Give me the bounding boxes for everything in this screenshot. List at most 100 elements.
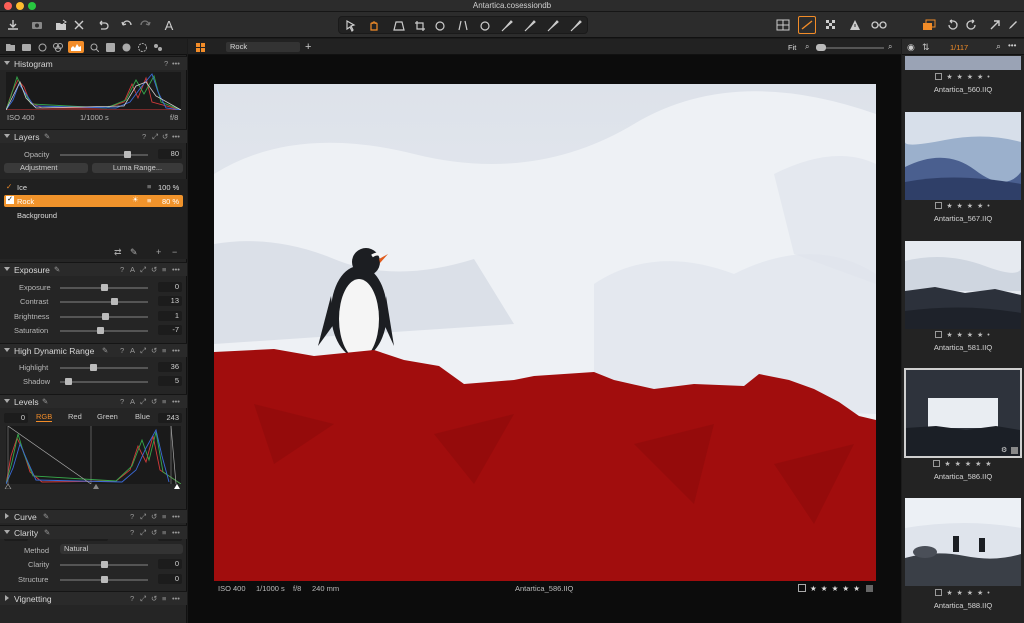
more-icon[interactable]: •••	[172, 265, 180, 274]
presets-icon[interactable]: ≡	[162, 265, 166, 274]
more-icon[interactable]: •••	[172, 512, 180, 521]
highlight-value[interactable]: 36	[158, 362, 182, 372]
contrast-slider[interactable]	[60, 298, 148, 305]
copy-icon[interactable]: ⤢	[140, 346, 146, 356]
levels-left-value[interactable]: 0	[4, 413, 28, 423]
copy-icon[interactable]: ⤢	[140, 397, 146, 407]
search-icon[interactable]: ⌕	[996, 41, 1001, 52]
more-icon[interactable]: •••	[172, 59, 180, 68]
more-icon[interactable]: •••	[172, 132, 180, 141]
reset-icon[interactable]: ↺	[151, 265, 157, 274]
rating-row[interactable]: ★ ★ ★ ★ •	[902, 202, 1024, 210]
hdr-section-header[interactable]: High Dynamic Range ✎ ? A ⤢ ↺ ≡ •••	[0, 343, 187, 357]
details-tab-icon[interactable]	[88, 41, 100, 53]
import-icon[interactable]	[4, 16, 22, 34]
presets-icon[interactable]: ≡	[162, 346, 166, 355]
help-icon[interactable]: ?	[164, 59, 168, 68]
rotate-left-icon[interactable]	[944, 16, 962, 34]
pipette-icon[interactable]: ✎	[44, 132, 50, 141]
structure-slider[interactable]	[60, 576, 148, 583]
help-icon[interactable]: ?	[120, 397, 124, 406]
channel-tab-rgb[interactable]: RGB	[36, 412, 53, 422]
layer-row-rock[interactable]: ✓ Rock ☀ ≡ 80 %	[4, 195, 183, 207]
layer-select-dropdown[interactable]: Rock	[226, 42, 300, 52]
batch-tab-icon[interactable]	[152, 41, 164, 53]
copy-icon[interactable]: ⤢	[140, 528, 146, 538]
histogram-section-header[interactable]: Histogram ? •••	[0, 56, 187, 70]
checker-icon[interactable]	[822, 16, 840, 34]
pipette-icon[interactable]: ✎	[43, 512, 49, 521]
main-photo[interactable]	[214, 84, 876, 581]
exposure-slider[interactable]	[60, 284, 148, 291]
stack-icon[interactable]	[920, 16, 938, 34]
delete-icon[interactable]	[70, 16, 88, 34]
brightness-value[interactable]: 1	[158, 311, 182, 321]
clarity-method-dropdown[interactable]: Natural	[60, 544, 183, 554]
clarity-slider[interactable]	[60, 561, 148, 568]
footer-checkbox[interactable]	[798, 584, 806, 592]
clarity-section-header[interactable]: Clarity ✎ ? ⤢ ↺ ≡ •••	[0, 525, 187, 539]
reset-icon[interactable]: ↺	[162, 132, 168, 141]
lens-tab-icon[interactable]	[36, 41, 48, 53]
curve-section-header[interactable]: Curve ✎ ? ⤢ ↺ ≡ •••	[0, 509, 187, 523]
pipette-icon[interactable]: ✎	[102, 346, 108, 355]
auto-icon[interactable]: A	[130, 346, 135, 355]
undo-history-icon[interactable]	[94, 16, 112, 34]
layers-section-header[interactable]: Layers ✎ ? ⤢ ↺ •••	[0, 129, 187, 143]
camera-icon[interactable]	[28, 16, 46, 34]
library-tab-icon[interactable]	[4, 41, 16, 53]
vignetting-section-header[interactable]: Vignetting ? ⤢ ↺ ≡ •••	[0, 591, 187, 605]
exposure-value[interactable]: 0	[158, 282, 182, 292]
zoom-out-icon[interactable]: ⌕	[805, 42, 809, 52]
levels-right-value[interactable]: 243	[158, 413, 182, 423]
cursor-icon[interactable]	[986, 16, 1004, 34]
copy-icon[interactable]: ⤢	[140, 594, 146, 604]
layer-row-background[interactable]: Background	[4, 209, 183, 221]
opacity-value[interactable]: 80	[158, 149, 182, 159]
zoom-label[interactable]: Fit	[788, 43, 796, 52]
presets-icon[interactable]: ≡	[162, 397, 166, 406]
sort-icon[interactable]: ⇅	[922, 42, 930, 53]
pen-icon[interactable]	[1004, 16, 1022, 34]
channel-tab-red[interactable]: Red	[68, 412, 82, 421]
levels-handles[interactable]	[4, 483, 184, 489]
text-icon[interactable]: A	[160, 16, 178, 34]
exposure-section-header[interactable]: Exposure ✎ ? A ⤢ ↺ ≡ •••	[0, 262, 187, 276]
eye-icon[interactable]: ◉	[907, 42, 915, 53]
more-icon[interactable]: •••	[172, 397, 180, 406]
footer-rating[interactable]: ★ ★ ★ ★ ★	[810, 584, 861, 593]
presets-icon[interactable]: ≡	[162, 528, 166, 537]
highlight-slider[interactable]	[60, 364, 148, 371]
help-icon[interactable]: ?	[120, 265, 124, 274]
pipette-icon[interactable]: ✎	[44, 528, 50, 537]
more-icon[interactable]: •••	[172, 594, 180, 603]
adjustments-tab-icon[interactable]	[104, 41, 116, 53]
shadow-slider[interactable]	[60, 378, 148, 385]
thumbnail[interactable]	[905, 112, 1021, 200]
reset-icon[interactable]: ↺	[151, 528, 157, 537]
gear-icon[interactable]: ⚙	[1001, 446, 1007, 454]
help-icon[interactable]: ?	[130, 528, 134, 537]
layer-row-ice[interactable]: ✓ Ice ≡ 100 %	[4, 181, 183, 193]
grid-icon[interactable]	[774, 16, 792, 34]
exposure-tab-icon[interactable]	[68, 41, 84, 53]
rating-row[interactable]: ★ ★ ★ ★ •	[902, 73, 1024, 81]
rating-row[interactable]: ★ ★ ★ ★ •	[902, 331, 1024, 339]
more-icon[interactable]: •••	[1008, 41, 1016, 50]
rotate-right-icon[interactable]	[962, 16, 980, 34]
export-icon[interactable]	[52, 16, 70, 34]
capture-tab-icon[interactable]	[20, 41, 32, 53]
more-icon[interactable]: •••	[172, 528, 180, 537]
add-icon[interactable]: +	[305, 41, 311, 53]
luma-range-button[interactable]: Luma Range...	[92, 163, 183, 173]
help-icon[interactable]: ?	[130, 594, 134, 603]
clarity-value[interactable]: 0	[158, 559, 182, 569]
channel-tab-green[interactable]: Green	[97, 412, 118, 421]
contrast-value[interactable]: 13	[158, 296, 182, 306]
pipette-icon[interactable]: ✎	[42, 397, 48, 406]
warning-icon[interactable]	[846, 16, 864, 34]
opacity-slider[interactable]	[60, 151, 148, 158]
auto-icon[interactable]: A	[130, 265, 135, 274]
thumbnail[interactable]	[905, 56, 1021, 70]
brightness-slider[interactable]	[60, 313, 148, 320]
